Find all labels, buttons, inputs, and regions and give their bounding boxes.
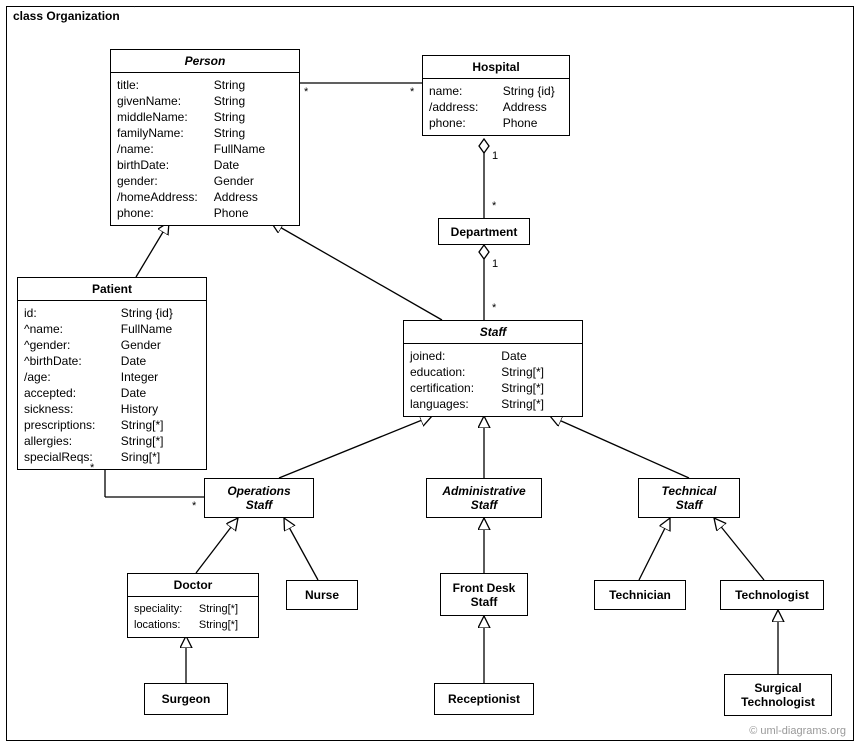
mult-hospital-dept-top: 1 (492, 150, 498, 162)
class-doctor-attrs: speciality:String[*] locations:String[*] (128, 597, 258, 637)
class-patient: Patient id:String {id} ^name:FullName ^g… (17, 277, 207, 470)
class-nurse: Nurse (286, 580, 358, 610)
class-staff-name: Staff (404, 321, 582, 344)
uml-canvas: class Organization (0, 0, 860, 747)
class-department: Department (438, 218, 530, 245)
class-patient-attrs: id:String {id} ^name:FullName ^gender:Ge… (18, 301, 206, 469)
mult-hospital-dept-bottom: * (492, 200, 496, 212)
class-surgeon: Surgeon (144, 683, 228, 715)
class-operations-staff: Operations Staff (204, 478, 314, 518)
mult-dept-staff-bottom: * (492, 302, 496, 314)
class-hospital-name: Hospital (423, 56, 569, 79)
class-staff: Staff joined:Date education:String[*] ce… (403, 320, 583, 417)
class-patient-name: Patient (18, 278, 206, 301)
mult-patient-ops-ops: * (192, 500, 196, 512)
mult-patient-ops-patient: * (90, 462, 94, 474)
class-staff-attrs: joined:Date education:String[*] certific… (404, 344, 582, 416)
class-technical-staff: Technical Staff (638, 478, 740, 518)
class-hospital: Hospital name:String {id} /address:Addre… (422, 55, 570, 136)
class-person-attrs: title:String givenName:String middleName… (111, 73, 299, 225)
class-surgical-technologist: Surgical Technologist (724, 674, 832, 716)
class-person-name: Person (111, 50, 299, 73)
mult-dept-staff-top: 1 (492, 258, 498, 270)
package-label: class Organization (6, 6, 135, 27)
class-receptionist: Receptionist (434, 683, 534, 715)
class-front-desk-staff: Front Desk Staff (440, 573, 528, 616)
class-doctor: Doctor speciality:String[*] locations:St… (127, 573, 259, 638)
class-person: Person title:String givenName:String mid… (110, 49, 300, 226)
class-administrative-staff: Administrative Staff (426, 478, 542, 518)
class-technician: Technician (594, 580, 686, 610)
watermark: © uml-diagrams.org (749, 725, 846, 737)
class-technologist: Technologist (720, 580, 824, 610)
class-hospital-attrs: name:String {id} /address:Address phone:… (423, 79, 569, 135)
class-doctor-name: Doctor (128, 574, 258, 597)
mult-person-hospital-left: * (304, 86, 308, 98)
mult-person-hospital-right: * (410, 86, 414, 98)
